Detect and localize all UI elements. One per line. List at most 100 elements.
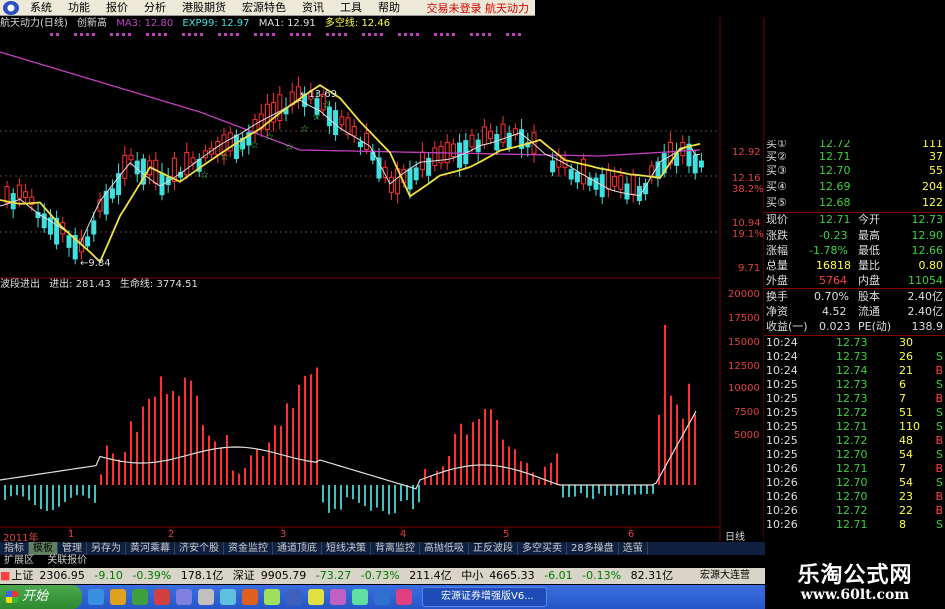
indicator-bar-up <box>292 408 294 485</box>
tick-row: 10:25 12.73 7 B <box>764 392 945 405</box>
zx-label[interactable]: 中小 <box>461 569 483 582</box>
fund-value: 0.70% <box>814 290 849 303</box>
tab-related-quote[interactable]: 关联报价 <box>43 555 87 566</box>
indicator-bar-up <box>478 419 480 485</box>
candle-down <box>624 183 630 200</box>
app-icon[interactable] <box>132 589 148 605</box>
indicator-bar-down <box>646 485 648 494</box>
signal-dot <box>344 33 347 36</box>
price-axis-label: 38.2% <box>732 184 764 195</box>
indicator-bar-down <box>376 485 378 508</box>
signal-dot <box>434 33 437 36</box>
fund-row: 收益(一) 0.023 PE(动) 138.9 <box>764 320 945 333</box>
indicator-header: 波段进出 进出: 281.43 生命线: 3774.51 <box>0 278 720 292</box>
fund-row: 换手 0.70% 股本 2.40亿 <box>764 290 945 303</box>
sz-change: -73.27 <box>315 569 352 582</box>
indicator-bar-down <box>382 485 384 511</box>
buy-row-2[interactable]: 买② 12.71 37 <box>764 150 945 163</box>
indicator-tab[interactable]: 通道顶底 <box>273 542 322 555</box>
signal-dot <box>182 33 185 36</box>
indicator-tab[interactable]: 高抛低吸 <box>420 542 469 555</box>
signal-dots <box>50 33 521 36</box>
stat-row: 外盘 5764 内盘 11054 <box>764 274 945 287</box>
sz-label[interactable]: 深证 <box>233 569 255 582</box>
folder-icon[interactable] <box>110 589 126 605</box>
indicator-bar-down <box>562 485 564 498</box>
indicator-tab[interactable]: 模板 <box>29 542 58 555</box>
indicator-bar-up <box>430 476 432 485</box>
stat-label: 涨跌 <box>766 229 788 242</box>
app-icon[interactable] <box>352 589 368 605</box>
indicator-bar-up <box>484 408 486 485</box>
indicator-bar-up <box>520 461 522 485</box>
app-icon[interactable] <box>242 589 258 605</box>
candle-down <box>698 160 704 168</box>
signal-dot <box>470 33 473 36</box>
buy-price: 12.69 <box>819 180 851 193</box>
tick-row: 10:26 12.71 7 B <box>764 462 945 475</box>
indicator-tab[interactable]: 背离监控 <box>371 542 420 555</box>
indicator-bar-up <box>130 421 132 485</box>
tick-row: 10:26 12.71 8 S <box>764 518 945 531</box>
signal-dot <box>506 33 509 36</box>
indicator-tab[interactable]: 管理 <box>58 542 87 555</box>
candle-down <box>333 110 339 136</box>
indicator-bar-up <box>664 325 666 485</box>
indicator-bar-up <box>154 396 156 485</box>
indicator-tab[interactable]: 短线决策 <box>322 542 371 555</box>
indicator-bar-up <box>208 435 210 485</box>
app-icon[interactable] <box>264 589 280 605</box>
x-label-month: 2 <box>168 529 175 540</box>
indicator-tab[interactable]: 选萤 <box>619 542 648 555</box>
indicator-tab[interactable]: 济安个股 <box>175 542 224 555</box>
buy-row-5[interactable]: 买⑤ 12.68 122 <box>764 196 945 209</box>
app-icon[interactable] <box>176 589 192 605</box>
fund-value: 2.40亿 <box>907 290 944 303</box>
indicator-tab[interactable]: 另存为 <box>87 542 126 555</box>
signal-dot <box>512 33 515 36</box>
indicator-tab[interactable]: 28多操盘 <box>567 542 619 555</box>
ma3-value: MA3: 12.80 <box>116 18 174 29</box>
exp99-value: EXP99: 12.97 <box>182 18 250 29</box>
tick-row: 10:25 12.70 54 S <box>764 448 945 461</box>
app-icon[interactable] <box>220 589 236 605</box>
buy-row-3[interactable]: 买③ 12.70 55 <box>764 164 945 177</box>
app-icon[interactable] <box>396 589 412 605</box>
app-icon[interactable] <box>198 589 214 605</box>
indicator-tab[interactable]: 多空买卖 <box>518 542 567 555</box>
indicator-bar-up <box>136 431 138 485</box>
indicator-bar-up <box>688 383 690 485</box>
signal-dot <box>74 33 77 36</box>
signal-dot <box>488 33 491 36</box>
app-icon[interactable] <box>330 589 346 605</box>
signal-dot <box>368 33 371 36</box>
price-axis-label: 10.94 <box>732 218 761 229</box>
buy-row-1[interactable]: 买① 12.72 111 <box>764 140 945 150</box>
app-icon[interactable] <box>308 589 324 605</box>
app-icon[interactable] <box>286 589 302 605</box>
indicator-tab[interactable]: 指标 <box>0 542 29 555</box>
app-icon[interactable] <box>374 589 390 605</box>
chart-header: 航天动力(日线) 创新高 MA3: 12.80 EXP99: 12.97 MA1… <box>0 17 535 31</box>
start-button[interactable]: 开始 <box>0 585 82 609</box>
tick-time: 10:24 <box>766 336 798 349</box>
indicator-tabs: 指标 模板 管理 另存为 黄河乘幕 济安个股 资金监控 通道顶底 短线决策 背离监控 高抛低吸 正反波… <box>0 542 765 555</box>
signal-dot <box>332 33 335 36</box>
buy-price: 12.70 <box>819 164 851 177</box>
tab-extension[interactable]: 扩展区 <box>0 555 34 566</box>
indicator-bar-down <box>418 485 420 503</box>
signal-dot <box>80 33 83 36</box>
tick-time: 10:24 <box>766 364 798 377</box>
taskbar-app-item[interactable]: 宏源证券增强版V6... <box>422 587 547 607</box>
app-icon[interactable] <box>154 589 170 605</box>
indicator-tab[interactable]: 正反波段 <box>469 542 518 555</box>
indicator-tab[interactable]: 资金监控 <box>224 542 273 555</box>
buy-row-4[interactable]: 买④ 12.69 204 <box>764 180 945 193</box>
tick-side: S <box>936 406 943 419</box>
indicator-tab[interactable]: 黄河乘幕 <box>126 542 175 555</box>
ie-icon[interactable] <box>88 589 104 605</box>
indicator-axis-label: 10000 <box>728 383 760 394</box>
indicator-axis-label: 7500 <box>734 407 760 418</box>
period-daily-label[interactable]: 日线 <box>725 528 745 543</box>
sh-label[interactable]: 上证 <box>11 569 33 582</box>
